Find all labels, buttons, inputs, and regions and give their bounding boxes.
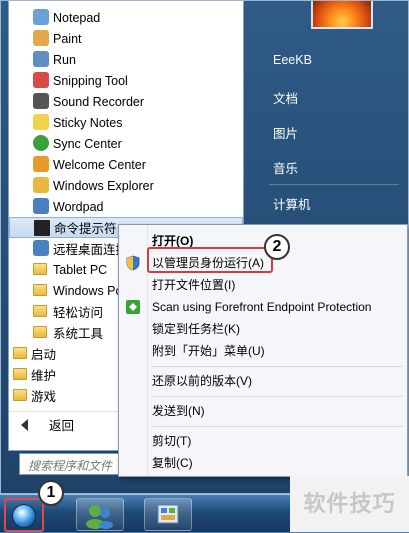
folder-icon	[33, 263, 47, 275]
folder-icon	[33, 177, 49, 193]
program-sticky-notes[interactable]: Sticky Notes	[9, 112, 243, 133]
folder-icon	[33, 305, 47, 317]
taskbar-people-button[interactable]	[76, 498, 124, 531]
microphone-icon	[33, 93, 49, 109]
windows-logo-icon	[12, 504, 36, 528]
forefront-icon	[126, 300, 140, 314]
folder-icon	[13, 368, 27, 380]
program-sound-recorder[interactable]: Sound Recorder	[9, 91, 243, 112]
ctx-send-to[interactable]: 发送到(N)	[152, 400, 205, 422]
program-run[interactable]: Run	[9, 49, 243, 70]
program-notepad[interactable]: Notepad	[9, 7, 243, 28]
right-item-documents[interactable]: 文档	[273, 88, 298, 107]
folder-icon	[33, 326, 47, 338]
right-item-user[interactable]: EeeKB	[273, 53, 312, 67]
step-badge-1: 1	[38, 480, 64, 506]
ctx-open-file-location[interactable]: 打开文件位置(I)	[152, 274, 235, 296]
ctx-restore-versions[interactable]: 还原以前的版本(V)	[152, 370, 252, 392]
program-paint[interactable]: Paint	[9, 28, 243, 49]
welcome-icon	[33, 156, 49, 172]
right-separator	[269, 184, 399, 185]
paint-icon	[33, 30, 49, 46]
program-windows-explorer[interactable]: Windows Explorer	[9, 175, 243, 196]
ctx-separator	[151, 366, 403, 367]
ctx-pin-taskbar[interactable]: 锁定到任务栏(K)	[152, 318, 240, 340]
sync-icon	[33, 135, 49, 151]
program-sync-center[interactable]: Sync Center	[9, 133, 243, 154]
run-as-admin-highlight	[147, 247, 273, 273]
folder-icon	[13, 389, 27, 401]
ctx-separator	[151, 426, 403, 427]
ctx-copy[interactable]: 复制(C)	[152, 452, 193, 474]
ctx-scan-forefront[interactable]: Scan using Forefront Endpoint Protection	[152, 296, 371, 318]
ctx-separator	[151, 396, 403, 397]
people-icon	[86, 505, 113, 529]
remote-desktop-icon	[33, 240, 49, 256]
scissors-icon	[33, 72, 49, 88]
right-item-music[interactable]: 音乐	[273, 158, 298, 177]
program-welcome-center[interactable]: Welcome Center	[9, 154, 243, 175]
step-badge-2: 2	[264, 234, 290, 260]
control-panel-icon	[157, 504, 179, 524]
ctx-cut[interactable]: 剪切(T)	[152, 430, 191, 452]
run-icon	[33, 51, 49, 67]
right-item-pictures[interactable]: 图片	[273, 123, 298, 142]
ctx-pin-start[interactable]: 附到「开始」菜单(U)	[152, 340, 265, 362]
sticky-notes-icon	[33, 114, 49, 130]
folder-icon	[33, 284, 47, 296]
start-button[interactable]	[4, 498, 44, 532]
back-arrow-icon	[21, 419, 28, 431]
program-snipping-tool[interactable]: Snipping Tool	[9, 70, 243, 91]
folder-icon	[13, 347, 27, 359]
notepad-icon	[33, 9, 49, 25]
shield-icon	[126, 255, 140, 271]
right-item-computer[interactable]: 计算机	[273, 194, 311, 213]
program-wordpad[interactable]: Wordpad	[9, 196, 243, 217]
watermark: 软件技巧	[290, 476, 409, 532]
user-picture[interactable]	[311, 1, 373, 29]
wordpad-icon	[33, 198, 49, 214]
cmd-icon	[34, 220, 50, 236]
taskbar-control-panel-button[interactable]	[144, 498, 192, 531]
